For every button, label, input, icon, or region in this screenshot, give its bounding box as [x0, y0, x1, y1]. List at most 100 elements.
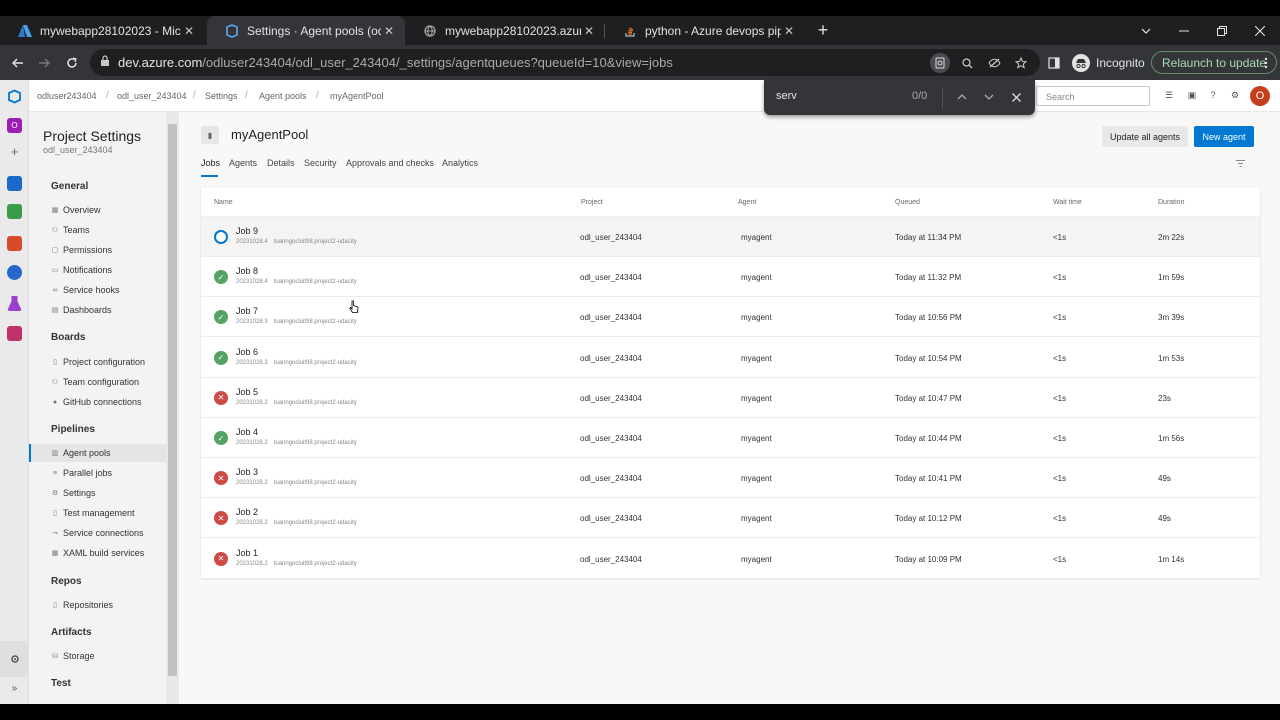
tab-security[interactable]: Security: [304, 158, 337, 168]
avatar[interactable]: O: [1250, 86, 1270, 106]
breadcrumb-project[interactable]: odl_user_243404: [117, 91, 187, 101]
address-bar[interactable]: dev.azure.com/odluser243404/odl_user_243…: [90, 49, 1040, 76]
overview-icon[interactable]: [7, 176, 22, 191]
new-tab-button[interactable]: +: [813, 16, 833, 45]
update-all-agents-button[interactable]: Update all agents: [1102, 126, 1188, 147]
table-row[interactable]: ✕ Job 2 20231028.2 tuanngocluit98.project2-…: [201, 498, 1260, 539]
job-name[interactable]: Job 4: [236, 427, 258, 437]
job-agent[interactable]: myagent: [741, 514, 772, 523]
sidebar-item-storage[interactable]: ⛁ Storage: [29, 647, 166, 665]
help-icon[interactable]: ?: [1207, 90, 1219, 102]
chevron-up-icon[interactable]: [953, 88, 971, 106]
job-agent[interactable]: myagent: [741, 273, 772, 282]
marketplace-icon[interactable]: ▣: [1186, 90, 1198, 102]
tab-analytics[interactable]: Analytics: [442, 158, 478, 168]
artifacts-icon[interactable]: [7, 326, 22, 341]
sidebar-item-service-hooks[interactable]: ∞ Service hooks: [29, 281, 166, 299]
chevron-down-icon[interactable]: [980, 88, 998, 106]
job-name[interactable]: Job 9: [236, 226, 258, 236]
sidebar-scrollbar-thumb[interactable]: [168, 124, 177, 676]
browser-tab-3[interactable]: mywebapp28102023.azurewebsi ✕: [405, 16, 605, 45]
job-agent[interactable]: myagent: [741, 233, 772, 242]
job-name[interactable]: Job 2: [236, 507, 258, 517]
browser-tab-1[interactable]: mywebapp28102023 - Microsoft ✕: [0, 16, 205, 45]
sidebar-item-settings[interactable]: ⚙ Settings: [29, 484, 166, 502]
tab-jobs[interactable]: Jobs: [201, 158, 220, 168]
reload-icon[interactable]: [62, 53, 82, 73]
sidebar-item-parallel-jobs[interactable]: ≡ Parallel jobs: [29, 464, 166, 482]
org-avatar-icon[interactable]: O: [7, 118, 22, 133]
forward-icon[interactable]: [34, 53, 54, 73]
sidebar-item-overview[interactable]: ▦ Overview: [29, 201, 166, 219]
browser-menu-icon[interactable]: [1256, 53, 1276, 73]
incognito-indicator[interactable]: Incognito: [1072, 54, 1145, 72]
sidebar-item-test-management[interactable]: ▯ Test management: [29, 504, 166, 522]
job-name[interactable]: Job 7: [236, 306, 258, 316]
side-panel-icon[interactable]: [1044, 53, 1064, 73]
table-row[interactable]: ✓ Job 7 20231028.3 tuanngocluit98.project2-…: [201, 297, 1260, 338]
breadcrumb-pool[interactable]: myAgentPool: [330, 91, 384, 101]
bookmark-star-icon[interactable]: [1011, 53, 1031, 73]
job-agent[interactable]: myagent: [741, 474, 772, 483]
sidebar-item-project-configuration[interactable]: ▯ Project configuration: [29, 353, 166, 371]
job-name[interactable]: Job 5: [236, 387, 258, 397]
sidebar-item-team-configuration[interactable]: ⚇ Team configuration: [29, 373, 166, 391]
sidebar-item-repositories[interactable]: ▯ Repositories: [29, 596, 166, 614]
minimize-icon[interactable]: [1166, 16, 1202, 45]
close-icon[interactable]: ✕: [381, 24, 397, 38]
page-translate-icon[interactable]: [930, 53, 950, 73]
table-row[interactable]: ✓ Job 8 20231028.4 tuanngocluit98.project2-…: [201, 257, 1260, 298]
job-name[interactable]: Job 1: [236, 548, 258, 558]
close-icon[interactable]: ✕: [781, 24, 797, 38]
sidebar-item-dashboards[interactable]: ▤ Dashboards: [29, 301, 166, 319]
breadcrumb-settings[interactable]: Settings: [205, 91, 238, 101]
pipelines-icon[interactable]: [7, 265, 22, 280]
tab-agents[interactable]: Agents: [229, 158, 257, 168]
sidebar-item-permissions[interactable]: ▢ Permissions: [29, 241, 166, 259]
table-row[interactable]: ✓ Job 6 20231028.3 tuanngocluit98.project2-…: [201, 338, 1260, 378]
sidebar-item-github-connections[interactable]: ● GitHub connections: [29, 393, 166, 411]
close-icon[interactable]: [1007, 88, 1025, 106]
close-icon[interactable]: ✕: [181, 24, 197, 38]
eye-off-icon[interactable]: [984, 53, 1004, 73]
restore-icon[interactable]: [1204, 16, 1240, 45]
sidebar-item-notifications[interactable]: ▭ Notifications: [29, 261, 166, 279]
job-name[interactable]: Job 6: [236, 347, 258, 357]
browser-tab-4[interactable]: python - Azure devops pipeline ✕: [605, 16, 805, 45]
table-row[interactable]: Job 9 20231028.4 tuanngocluit98.project2-u…: [201, 217, 1260, 257]
table-row[interactable]: ✕ Job 5 20231028.2 tuanngocluit98.project2-…: [201, 378, 1260, 418]
breadcrumb-org[interactable]: odluser243404: [37, 91, 97, 101]
boards-icon[interactable]: [7, 204, 22, 219]
user-settings-icon[interactable]: ⚙: [1229, 90, 1241, 102]
task-list-icon[interactable]: ☰: [1163, 90, 1175, 102]
table-row[interactable]: ✕ Job 3 20231028.2 tuanngocluit98.project2-…: [201, 458, 1260, 499]
table-row[interactable]: ✓ Job 4 20231028.2 tuanngocluit98.project2-…: [201, 418, 1260, 458]
back-icon[interactable]: [8, 53, 28, 73]
tab-details[interactable]: Details: [267, 158, 295, 168]
table-row[interactable]: ✕ Job 1 20231028.2 tuanngocluit98.project2-…: [201, 539, 1260, 579]
close-icon[interactable]: ✕: [581, 24, 597, 38]
job-agent[interactable]: myagent: [741, 434, 772, 443]
search-input[interactable]: Search: [1036, 86, 1150, 106]
job-agent[interactable]: myagent: [741, 313, 772, 322]
job-agent[interactable]: myagent: [741, 555, 772, 564]
sidebar-item-xaml-build-services[interactable]: ▦ XAML build services: [29, 544, 166, 562]
breadcrumb-agent-pools[interactable]: Agent pools: [259, 91, 307, 101]
tab-search-icon[interactable]: [1128, 16, 1164, 45]
browser-tab-2[interactable]: Settings · Agent pools (odl_user ✕: [207, 16, 405, 45]
test-plans-icon[interactable]: [7, 296, 22, 311]
job-agent[interactable]: myagent: [741, 394, 772, 403]
find-input[interactable]: serv: [776, 90, 797, 102]
job-name[interactable]: Job 3: [236, 467, 258, 477]
sidebar-item-teams[interactable]: ⚇ Teams: [29, 221, 166, 239]
settings-gear-icon[interactable]: [0, 641, 29, 677]
job-agent[interactable]: myagent: [741, 354, 772, 363]
filter-icon[interactable]: [1236, 159, 1245, 169]
sidebar-item-service-connections[interactable]: ⊸ Service connections: [29, 524, 166, 542]
expand-sidebar-icon[interactable]: »: [0, 678, 29, 698]
window-close-icon[interactable]: [1242, 16, 1278, 45]
repos-icon[interactable]: [7, 236, 22, 251]
azure-devops-logo-icon[interactable]: [7, 89, 22, 104]
sidebar-item-agent-pools[interactable]: ▥ Agent pools: [29, 444, 166, 462]
add-icon[interactable]: +: [7, 144, 22, 159]
